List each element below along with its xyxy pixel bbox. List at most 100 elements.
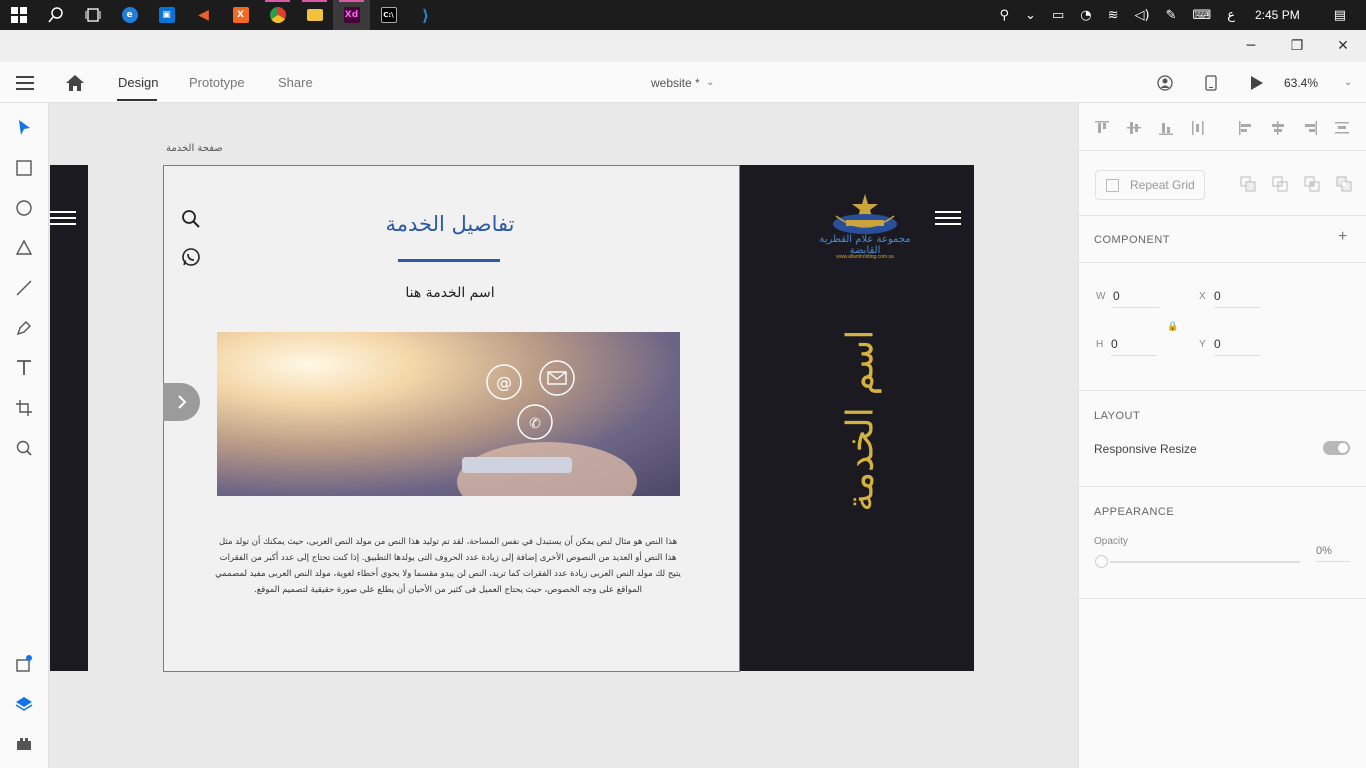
side-hamburger-icon	[935, 211, 961, 227]
distribute-vertical-icon[interactable]	[1190, 120, 1206, 136]
task-view-icon[interactable]	[74, 0, 111, 30]
title-underline	[398, 259, 500, 262]
edge-icon[interactable]: e	[111, 0, 148, 30]
artboard-tool-icon[interactable]	[12, 396, 36, 420]
store-icon[interactable]: ▣	[148, 0, 185, 30]
notification-icon[interactable]: ▤	[1334, 8, 1346, 23]
opacity-input[interactable]: 0%	[1316, 545, 1350, 562]
boolean-intersect-icon[interactable]	[1304, 176, 1320, 192]
rectangle-tool-icon[interactable]	[12, 156, 36, 180]
lock-aspect-icon[interactable]: 🔒	[1167, 322, 1178, 332]
zoom-level[interactable]: 63.4%	[1284, 62, 1318, 103]
zoom-chevron-icon[interactable]: ⌄	[1344, 62, 1352, 103]
hamburger-menu-icon	[50, 211, 76, 227]
window-titlebar	[0, 30, 1366, 62]
polygon-tool-icon[interactable]	[12, 236, 36, 260]
chrome-icon[interactable]	[259, 0, 296, 30]
y-label: Y	[1199, 339, 1206, 350]
artboard-label[interactable]: صفحة الخدمة	[166, 143, 223, 154]
chevron-down-icon[interactable]: ⌄	[706, 62, 714, 103]
align-bottom-icon[interactable]	[1158, 120, 1174, 136]
plugins-icon[interactable]	[12, 732, 36, 756]
y-input[interactable]: 0	[1214, 337, 1260, 356]
adjacent-artboard-left[interactable]	[50, 165, 88, 671]
minimize-icon[interactable]: ─	[1228, 30, 1274, 62]
search-icon	[181, 209, 201, 233]
network-icon[interactable]: ◔	[1080, 8, 1091, 23]
tab-prototype[interactable]: Prototype	[189, 62, 245, 103]
svg-text:@: @	[496, 373, 512, 392]
boolean-exclude-icon[interactable]	[1336, 176, 1352, 192]
restore-icon[interactable]: ❐	[1274, 30, 1320, 62]
start-icon[interactable]	[0, 0, 37, 30]
zoom-tool-icon[interactable]	[12, 436, 36, 460]
xampp-icon[interactable]: X	[222, 0, 259, 30]
align-top-icon[interactable]	[1094, 120, 1110, 136]
width-input[interactable]: 0	[1113, 289, 1159, 308]
align-left-icon[interactable]	[1238, 120, 1254, 136]
logo-text: مجموعة علام القطرية القابضة	[819, 234, 911, 256]
ellipse-tool-icon[interactable]	[12, 196, 36, 220]
add-component-icon[interactable]: +	[1338, 228, 1347, 246]
tab-share[interactable]: Share	[278, 62, 313, 103]
adobe-xd-icon[interactable]: Xd	[333, 0, 370, 30]
x-input[interactable]: 0	[1214, 289, 1260, 308]
grid-icon	[1106, 179, 1119, 192]
user-icon[interactable]	[1157, 62, 1173, 103]
layers-icon[interactable]	[12, 692, 36, 716]
opacity-slider-handle[interactable]	[1095, 555, 1108, 568]
close-icon[interactable]: ✕	[1320, 30, 1366, 62]
repeat-grid-label: Repeat Grid	[1130, 178, 1195, 192]
property-inspector	[1078, 103, 1366, 768]
media-icon[interactable]: ◀	[185, 0, 222, 30]
height-input[interactable]: 0	[1111, 337, 1157, 356]
pen-icon[interactable]: ✎	[1166, 8, 1177, 23]
service-name: اسم الخدمة هنا	[405, 285, 495, 301]
logo-url: www.allamholding.com.sa	[836, 254, 894, 260]
text-tool-icon[interactable]	[12, 356, 36, 380]
tab-design[interactable]: Design	[118, 62, 158, 103]
home-icon[interactable]	[66, 62, 84, 103]
select-tool-icon[interactable]	[12, 116, 36, 140]
active-tab-indicator	[117, 99, 157, 101]
distribute-horizontal-icon[interactable]	[1334, 120, 1350, 136]
height-label: H	[1096, 339, 1104, 350]
document-title[interactable]: website *	[651, 62, 700, 103]
volume-icon[interactable]: ◁)	[1134, 8, 1149, 23]
terminal-icon[interactable]: C:\	[370, 0, 407, 30]
language-indicator[interactable]: ع	[1227, 8, 1235, 23]
appearance-heading: APPEARANCE	[1094, 506, 1175, 518]
align-middle-icon[interactable]	[1126, 120, 1142, 136]
align-right-icon[interactable]	[1302, 120, 1318, 136]
repeat-grid-button[interactable]: Repeat Grid	[1095, 170, 1205, 200]
component-heading: COMPONENT	[1094, 234, 1170, 246]
vscode-icon[interactable]: ⟩	[407, 0, 444, 30]
menu-icon[interactable]	[16, 62, 34, 103]
play-icon[interactable]	[1251, 62, 1263, 103]
pen-tool-icon[interactable]	[12, 316, 36, 340]
people-icon[interactable]: ⚲	[1000, 8, 1010, 23]
boolean-add-icon[interactable]	[1240, 176, 1256, 192]
line-tool-icon[interactable]	[12, 276, 36, 300]
next-arrow-button[interactable]	[163, 383, 200, 421]
boolean-subtract-icon[interactable]	[1272, 176, 1288, 192]
wifi-icon[interactable]: ≋	[1108, 8, 1119, 23]
align-center-icon[interactable]	[1270, 120, 1286, 136]
app-header: Design Prototype Share website * ⌄ 63.4%…	[0, 62, 1366, 103]
device-preview-icon[interactable]	[1205, 62, 1217, 103]
responsive-resize-label: Responsive Resize	[1094, 442, 1197, 456]
page-title: تفاصيل الخدمة	[385, 212, 515, 236]
clock[interactable]: 2:45 PM	[1255, 8, 1300, 22]
vertical-title-text: اسم الخدمة	[838, 328, 882, 512]
file-explorer-icon[interactable]	[296, 0, 333, 30]
opacity-slider-track[interactable]	[1110, 561, 1300, 563]
layout-heading: LAYOUT	[1094, 410, 1141, 422]
responsive-resize-toggle[interactable]	[1323, 441, 1350, 455]
width-label: W	[1096, 291, 1106, 302]
search-icon[interactable]	[37, 0, 74, 30]
assets-icon[interactable]	[12, 652, 36, 676]
system-tray: ⚲ ⌄ ▭ ◔ ≋ ◁) ✎ ⌨ ع 2:45 PM ▤	[992, 0, 1366, 30]
battery-icon[interactable]: ▭	[1052, 8, 1064, 23]
chevron-up-icon[interactable]: ⌄	[1025, 8, 1036, 23]
keyboard-icon[interactable]: ⌨	[1192, 8, 1211, 23]
